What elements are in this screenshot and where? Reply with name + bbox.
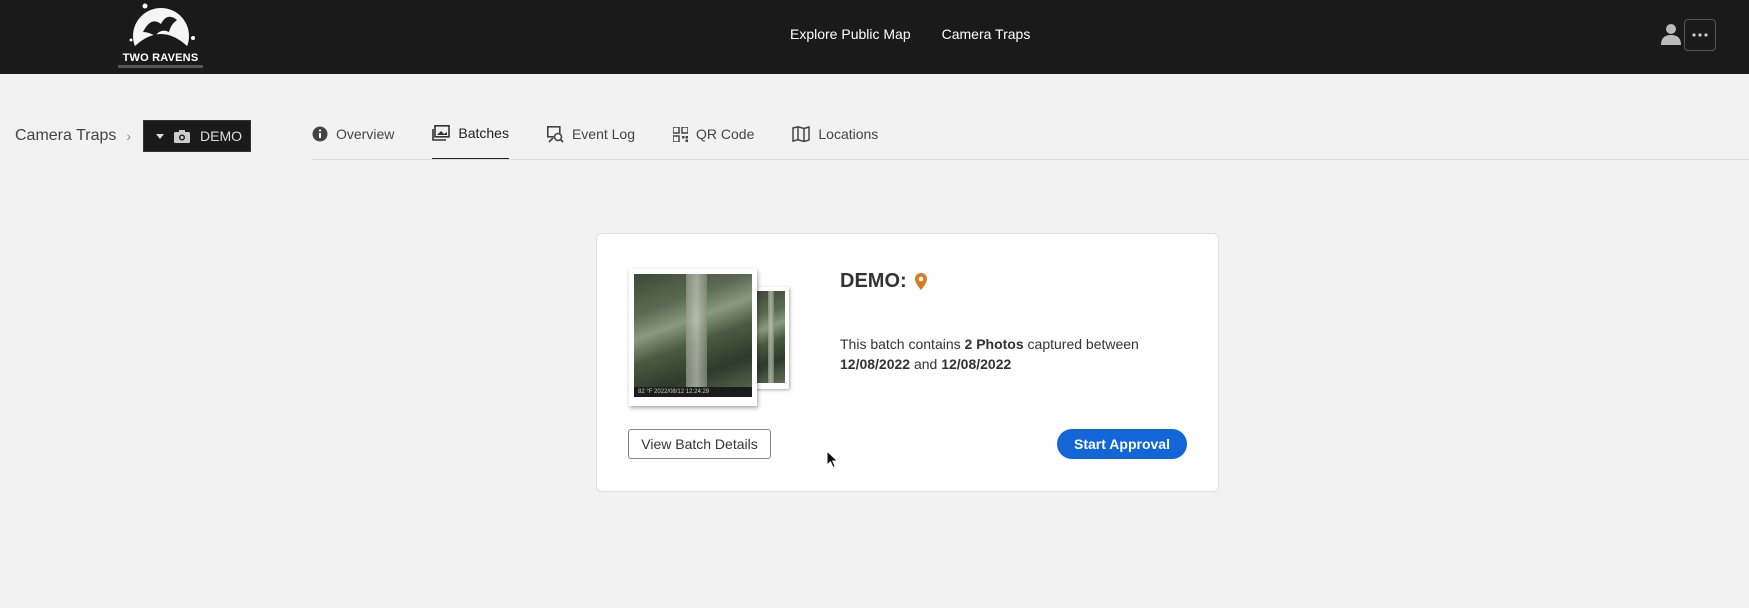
start-approval-button[interactable]: Start Approval: [1057, 429, 1187, 459]
event-log-icon: [546, 125, 564, 143]
batch-photo-thumbnail[interactable]: 82 °F 2022/08/12 12:24:29: [629, 269, 757, 406]
tab-overview-label: Overview: [336, 126, 395, 142]
nav-camera-traps[interactable]: Camera Traps: [942, 26, 1031, 42]
photo-trunk: [768, 291, 774, 383]
two-ravens-logo[interactable]: TWO RAVENS: [113, 0, 208, 70]
nav-explore-public-map[interactable]: Explore Public Map: [790, 26, 911, 42]
map-icon: [792, 126, 811, 142]
batch-title-text: DEMO:: [840, 270, 907, 292]
tabs-divider: [312, 159, 1749, 160]
camera-trap-tabs: Overview Batches Event Log QR Code Locat…: [312, 120, 916, 160]
tab-locations[interactable]: Locations: [792, 120, 878, 160]
breadcrumb-separator: ›: [126, 128, 132, 144]
desc-and: and: [910, 356, 942, 372]
desc-middle: captured between: [1023, 336, 1139, 352]
batch-photo-back: [755, 291, 785, 383]
view-batch-details-button[interactable]: View Batch Details: [628, 429, 771, 459]
camera-trap-selector[interactable]: DEMO: [143, 120, 252, 152]
more-options-button[interactable]: [1684, 19, 1716, 51]
tab-locations-label: Locations: [818, 126, 879, 142]
desc-prefix: This batch contains: [840, 336, 965, 352]
user-icon[interactable]: [1661, 23, 1681, 45]
caret-down-icon: [156, 133, 165, 139]
location-pin-icon[interactable]: [914, 273, 927, 290]
tab-overview[interactable]: Overview: [312, 120, 394, 160]
logo-text: TWO RAVENS: [117, 51, 204, 68]
breadcrumb: Camera Traps › DEMO: [15, 120, 252, 152]
main-nav: Explore Public Map Camera Traps: [790, 26, 1030, 42]
info-icon: [312, 126, 328, 142]
tab-qr-code[interactable]: QR Code: [673, 120, 754, 160]
date-start: 12/08/2022: [840, 356, 911, 372]
camera-icon: [174, 129, 191, 143]
date-end: 12/08/2022: [941, 356, 1012, 372]
mouse-cursor-icon: [827, 451, 839, 469]
batch-photo: 82 °F 2022/08/12 12:24:29: [634, 274, 752, 397]
photo-count: 2 Photos: [964, 336, 1024, 352]
batch-card: 82 °F 2022/08/12 12:24:29 DEMO: This bat…: [596, 233, 1219, 492]
batch-description: This batch contains 2 Photos captured be…: [840, 334, 1180, 374]
tab-qr-code-label: QR Code: [696, 126, 755, 142]
images-icon: [432, 125, 451, 141]
photo-trunk: [685, 274, 708, 397]
qr-code-icon: [673, 126, 689, 142]
tab-event-log-label: Event Log: [571, 126, 636, 142]
tab-batches[interactable]: Batches: [432, 120, 509, 160]
batch-title: DEMO:: [840, 270, 927, 293]
batch-photo-thumbnail-back[interactable]: [755, 287, 789, 389]
tab-event-log[interactable]: Event Log: [546, 120, 636, 160]
tab-batches-label: Batches: [458, 125, 509, 141]
photo-timestamp: 82 °F 2022/08/12 12:24:29: [634, 387, 752, 397]
top-navbar: TWO RAVENS Explore Public Map Camera Tra…: [0, 0, 1749, 74]
ellipsis-icon: [1692, 33, 1708, 37]
camera-trap-name: DEMO: [200, 128, 243, 144]
breadcrumb-camera-traps[interactable]: Camera Traps: [15, 127, 116, 145]
